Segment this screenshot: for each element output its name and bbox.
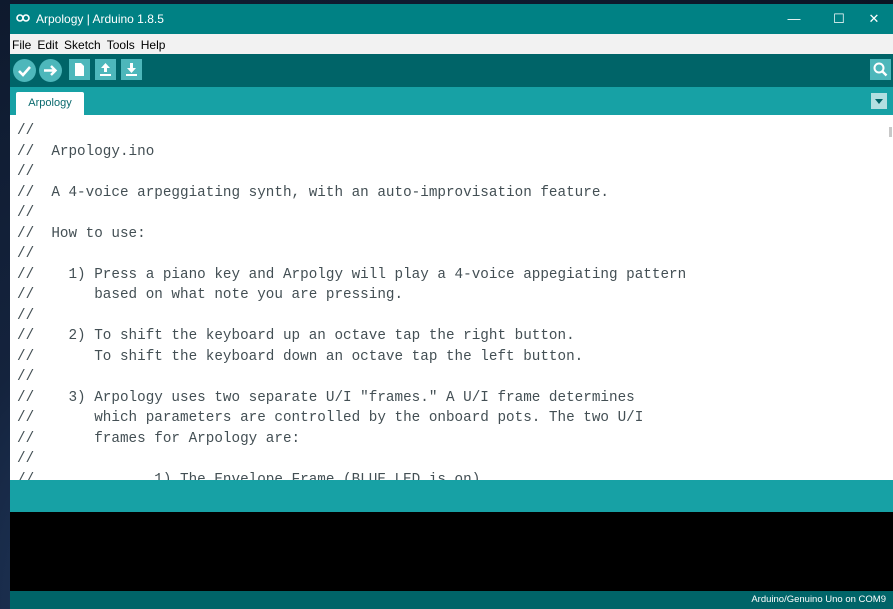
code-line: // frames for Arpology are: <box>17 431 301 447</box>
code-line: // based on what note you are pressing. <box>17 287 404 303</box>
code-line: // How to use: <box>17 226 146 242</box>
code-line: // <box>17 246 35 262</box>
code-line: // <box>17 369 35 385</box>
serial-monitor-icon <box>873 62 888 77</box>
code-line: // <box>17 308 35 324</box>
code-line: // Arpology.ino <box>17 144 155 160</box>
menu-help[interactable]: Help <box>138 34 169 52</box>
code-editor[interactable]: // // Arpology.ino // // A 4-voice arpeg… <box>10 115 893 480</box>
code-line: // 3) Arpology uses two separate U/I "fr… <box>17 390 635 406</box>
chevron-down-icon <box>875 99 883 104</box>
code-line: // 2) To shift the keyboard up an octave… <box>17 328 575 344</box>
code-line: // which parameters are controlled by th… <box>17 410 644 426</box>
serial-monitor-button[interactable] <box>870 59 891 80</box>
menu-edit[interactable]: Edit <box>34 34 61 52</box>
footer-bar: Arduino/Genuino Uno on COM9 <box>10 591 893 609</box>
code-line: // <box>17 164 35 180</box>
close-button[interactable]: ✕ <box>851 4 893 34</box>
console-output[interactable] <box>10 512 893 591</box>
menu-sketch[interactable]: Sketch <box>61 34 104 52</box>
code-line: // A 4-voice arpeggiating synth, with an… <box>17 185 609 201</box>
code-line: // 1) The Envelope Frame (BLUE LED is on… <box>17 472 481 480</box>
ide-window: Arpology | Arduino 1.8.5 — ☐ ✕ File Edit S… <box>10 4 893 609</box>
menu-tools[interactable]: Tools <box>104 34 138 52</box>
open-icon <box>100 63 111 76</box>
minimize-button[interactable]: — <box>771 4 817 34</box>
new-button[interactable] <box>69 59 90 80</box>
code-line: // 1) Press a piano key and Arpolgy will… <box>17 267 687 283</box>
upload-icon <box>44 65 58 76</box>
new-icon <box>75 63 84 76</box>
menu-file[interactable]: File <box>10 34 34 52</box>
verify-button[interactable] <box>13 59 36 82</box>
arduino-logo-icon <box>16 14 30 22</box>
save-icon <box>126 63 137 76</box>
open-button[interactable] <box>95 59 116 80</box>
upload-button[interactable] <box>39 59 62 82</box>
toolbar <box>10 54 893 87</box>
tab-bar: Arpology <box>10 87 893 115</box>
title-bar: Arpology | Arduino 1.8.5 — ☐ ✕ <box>10 4 893 34</box>
code-line: // <box>17 451 35 467</box>
window-title: Arpology | Arduino 1.8.5 <box>36 12 164 26</box>
code-line: // <box>17 205 35 221</box>
menu-bar: File Edit Sketch Tools Help <box>10 34 893 54</box>
tab-arpology[interactable]: Arpology <box>16 92 84 115</box>
board-port-label: Arduino/Genuino Uno on COM9 <box>751 594 886 605</box>
code-line: // To shift the keyboard down an octave … <box>17 349 584 365</box>
tab-menu-button[interactable] <box>871 93 887 109</box>
code-line: // <box>17 123 35 139</box>
verify-icon <box>18 66 31 77</box>
status-bar <box>10 480 893 512</box>
editor-scrollbar[interactable] <box>889 127 892 137</box>
save-button[interactable] <box>121 59 142 80</box>
